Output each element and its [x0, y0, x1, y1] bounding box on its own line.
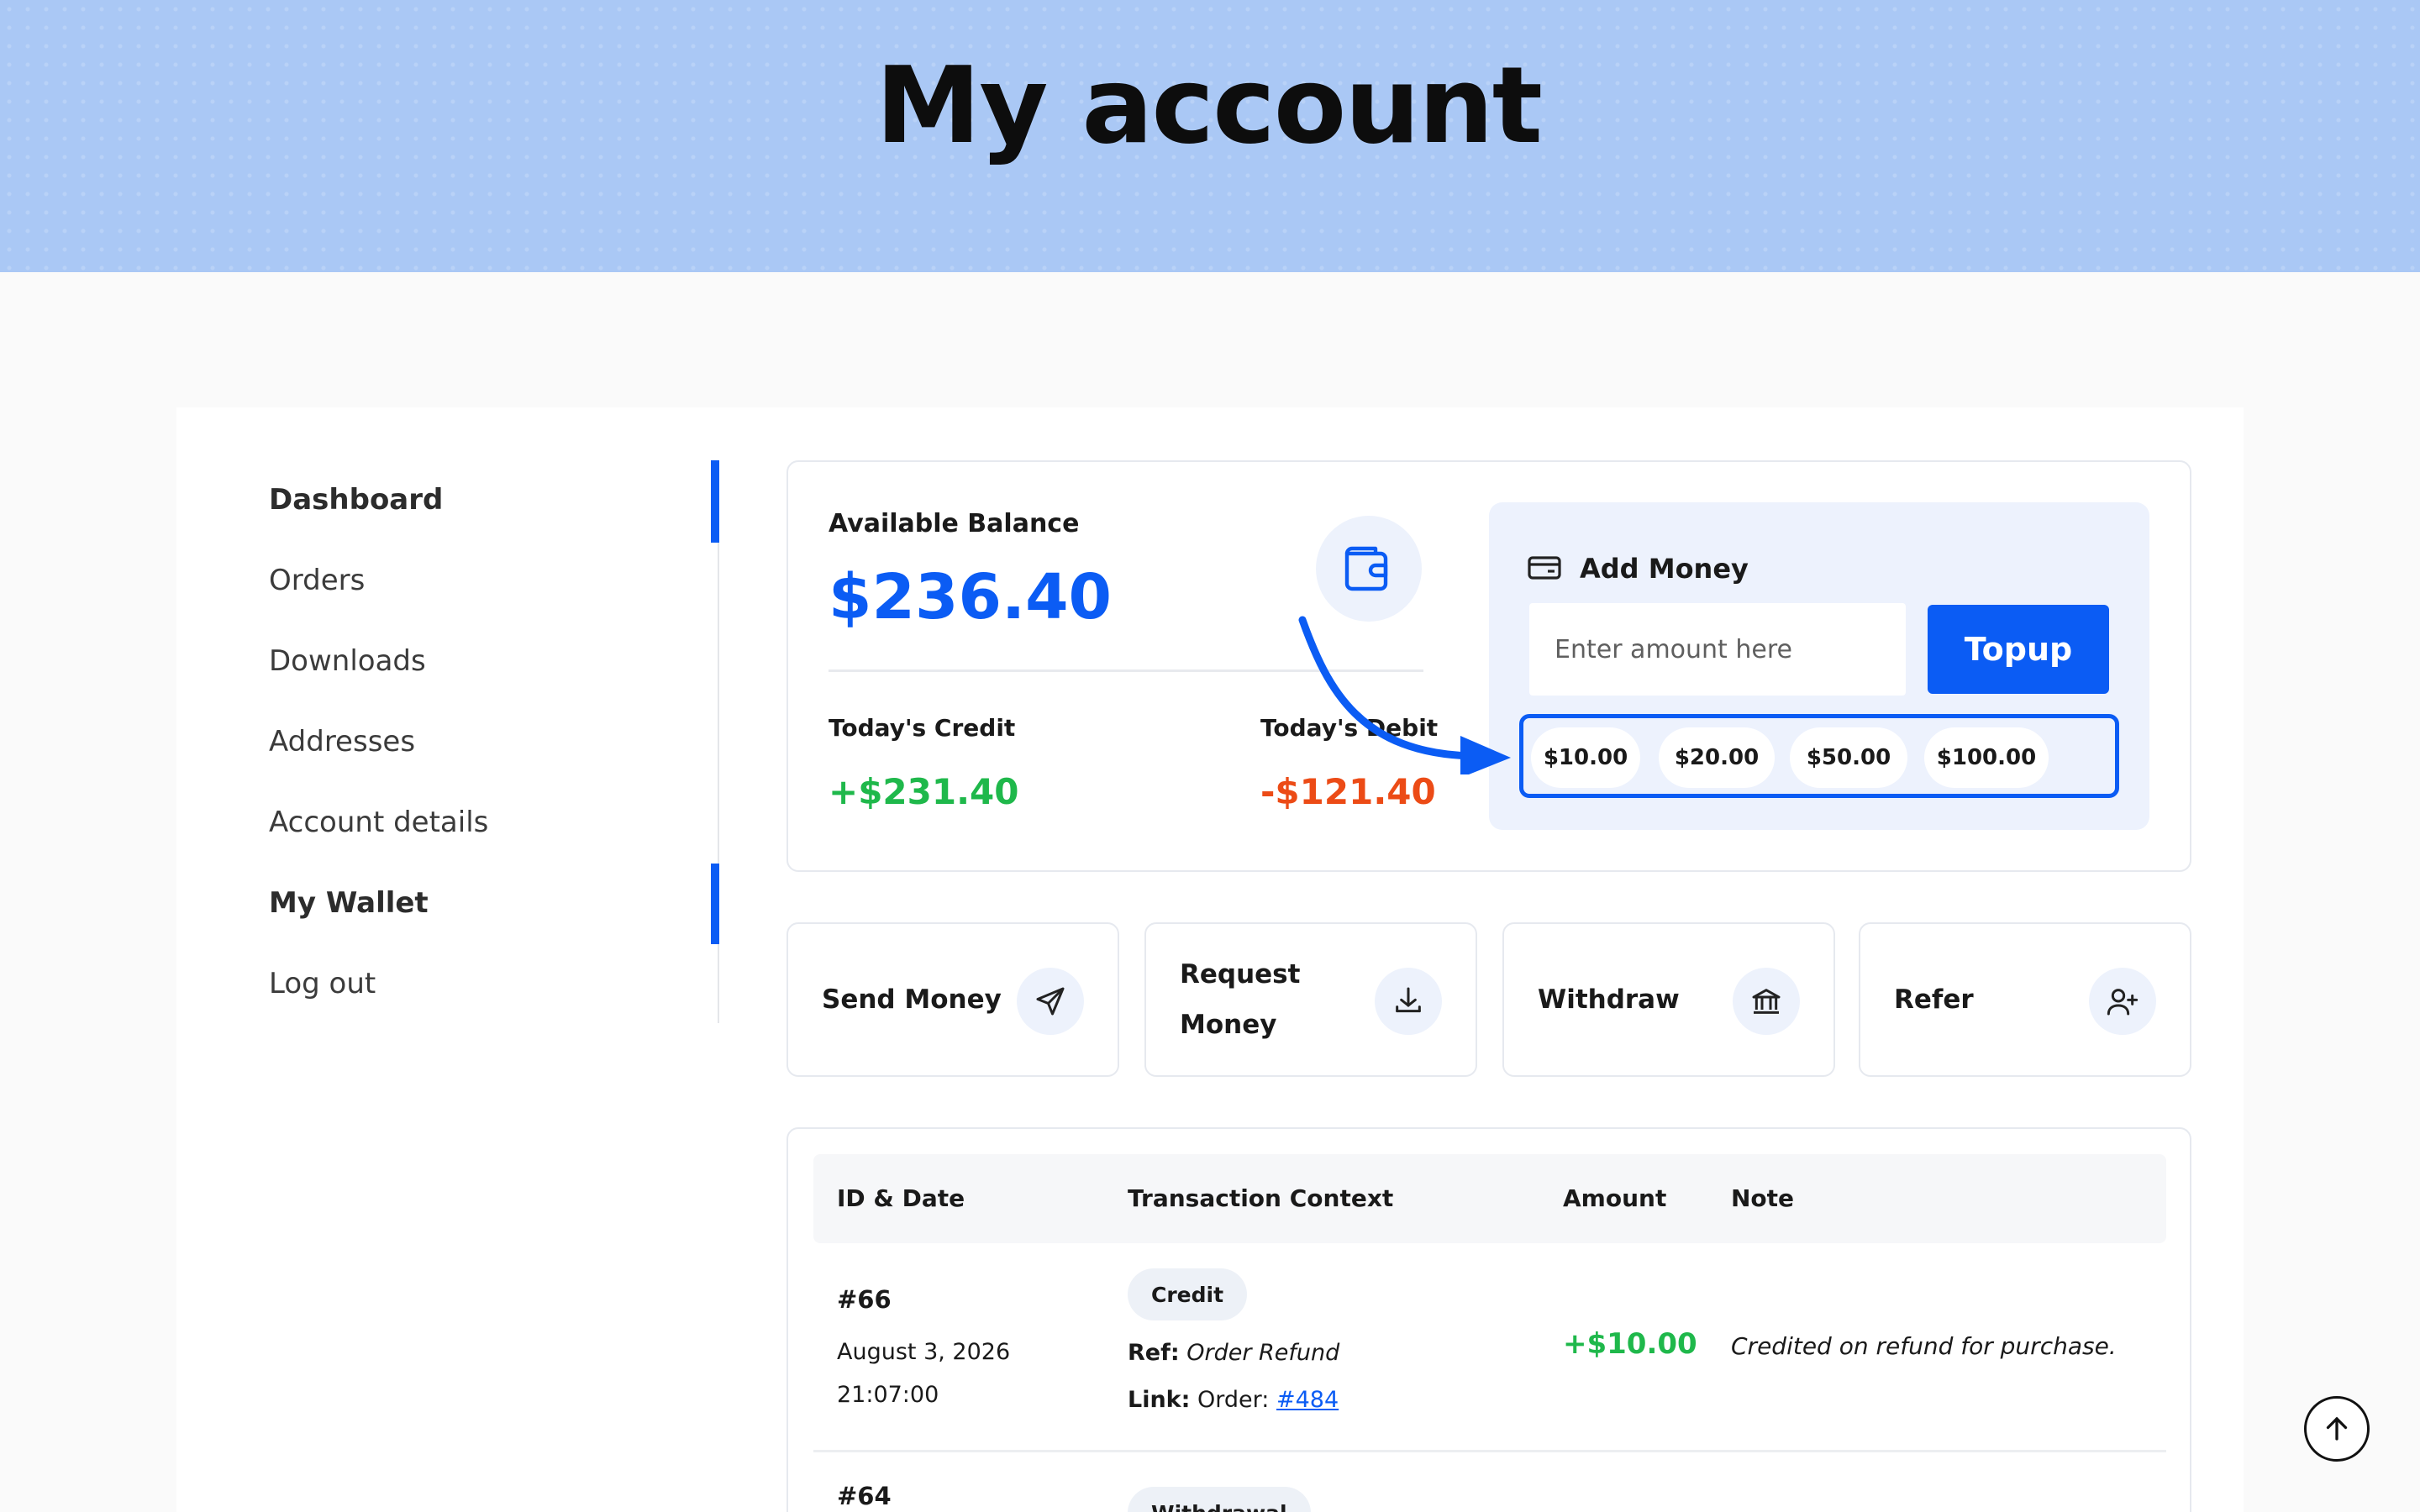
sidebar-item-addresses[interactable]: Addresses — [269, 704, 723, 785]
ref-label: Ref: — [1128, 1340, 1180, 1366]
refer-card[interactable]: Refer — [1859, 922, 2191, 1077]
transaction-time: 21:07:00 — [837, 1382, 939, 1408]
add-money-title: Add Money — [1580, 553, 1749, 585]
sidebar-active-indicator — [711, 864, 719, 944]
send-money-card[interactable]: Send Money — [786, 922, 1119, 1077]
card-icon — [1528, 554, 1561, 585]
transaction-ref: Ref: Order Refund — [1128, 1340, 1339, 1366]
sidebar-item-account-details[interactable]: Account details — [269, 785, 723, 865]
column-header-transaction-context: Transaction Context — [1128, 1184, 1394, 1212]
preset-amount-50[interactable]: $50.00 — [1790, 727, 1907, 788]
preset-amount-100[interactable]: $100.00 — [1924, 727, 2049, 788]
transaction-id: #66 — [837, 1285, 892, 1314]
link-label: Link: — [1128, 1387, 1191, 1413]
table-header — [813, 1154, 2166, 1243]
available-balance-label: Available Balance — [829, 509, 1080, 538]
column-header-amount: Amount — [1563, 1184, 1667, 1212]
send-money-label: Send Money — [822, 984, 1002, 1015]
request-money-card[interactable]: Request Money — [1144, 922, 1477, 1077]
available-balance-amount: $236.40 — [829, 561, 1113, 633]
row-divider — [813, 1450, 2166, 1452]
annotation-arrow-icon — [1298, 616, 1511, 774]
sidebar-active-indicator — [711, 460, 719, 543]
refer-label: Refer — [1894, 984, 1974, 1015]
order-link[interactable]: #484 — [1276, 1387, 1339, 1413]
withdraw-card[interactable]: Withdraw — [1502, 922, 1835, 1077]
bank-icon — [1733, 968, 1800, 1035]
todays-credit-amount: +$231.40 — [829, 771, 1019, 812]
sidebar-item-my-wallet[interactable]: My Wallet — [269, 865, 723, 946]
amount-input[interactable] — [1529, 603, 1906, 696]
account-sidebar: Dashboard Orders Downloads Addresses Acc… — [269, 462, 723, 1026]
transaction-amount: +$10.00 — [1563, 1327, 1697, 1361]
sidebar-item-orders[interactable]: Orders — [269, 543, 723, 623]
todays-credit-label: Today's Credit — [829, 714, 1016, 742]
withdraw-label: Withdraw — [1538, 984, 1680, 1015]
todays-debit-amount: -$121.40 — [1260, 771, 1436, 812]
arrow-up-icon — [2326, 1416, 2348, 1441]
request-money-label: Request Money — [1180, 959, 1301, 1040]
transaction-type-badge: Credit — [1128, 1268, 1248, 1320]
transaction-type-badge: Withdrawal — [1128, 1487, 1311, 1512]
transaction-link: Link: Order: #484 — [1128, 1387, 1339, 1413]
page-title: My account — [876, 44, 1543, 167]
column-header-note: Note — [1731, 1184, 1795, 1212]
transaction-note: Credited on refund for purchase. — [1731, 1332, 2117, 1360]
transaction-date: August 3, 2026 — [837, 1339, 1011, 1365]
preset-amount-10[interactable]: $10.00 — [1531, 727, 1640, 788]
send-icon — [1017, 968, 1084, 1035]
link-prefix: Order: — [1197, 1387, 1270, 1413]
preset-amount-20[interactable]: $20.00 — [1659, 727, 1775, 788]
sidebar-item-downloads[interactable]: Downloads — [269, 623, 723, 704]
ref-value: Order Refund — [1186, 1340, 1340, 1366]
scroll-to-top-button[interactable] — [2304, 1396, 2370, 1462]
sidebar-item-dashboard[interactable]: Dashboard — [269, 462, 723, 543]
column-header-id-date: ID & Date — [837, 1184, 965, 1212]
user-plus-icon — [2089, 968, 2156, 1035]
download-icon — [1375, 968, 1442, 1035]
topup-button[interactable]: Topup — [1928, 605, 2109, 694]
transaction-id: #64 — [837, 1482, 892, 1510]
sidebar-item-log-out[interactable]: Log out — [269, 946, 723, 1026]
page-banner: My account — [0, 0, 2420, 272]
